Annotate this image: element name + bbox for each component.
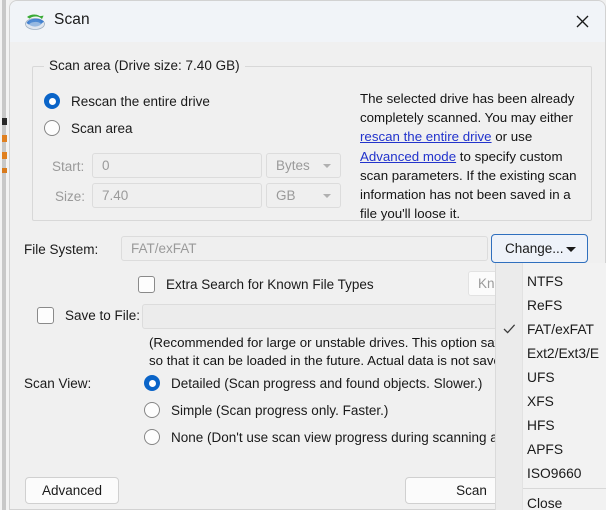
menu-item-apfs[interactable]: APFS: [496, 437, 606, 461]
radio-scan-area[interactable]: Scan area: [44, 120, 133, 136]
background-marker-orange-2: [2, 152, 7, 159]
radio-label: Scan area: [71, 120, 133, 136]
save-to-file-note: (Recommended for large or unstable drive…: [149, 334, 521, 370]
note-line-1: (Recommended for large or unstable drive…: [149, 335, 516, 350]
radio-label: Simple (Scan progress only. Faster.): [171, 402, 389, 418]
save-to-file-checkbox[interactable]: [37, 307, 54, 324]
chevron-down-icon: [323, 193, 331, 198]
menu-item-label: FAT/exFAT: [527, 321, 594, 337]
info-part-2: or use: [491, 129, 533, 145]
menu-item-refs[interactable]: ReFS: [496, 293, 606, 317]
radio-label: Detailed (Scan progress and found object…: [171, 375, 483, 391]
window-title: Scan: [54, 11, 90, 28]
start-unit-combo[interactable]: Bytes: [266, 153, 341, 178]
menu-item-label: ReFS: [527, 297, 563, 313]
radio-indicator: [144, 402, 160, 418]
menu-item-label: Close: [527, 495, 563, 510]
radio-rescan-entire-drive[interactable]: Rescan the entire drive: [44, 93, 210, 109]
rescan-entire-drive-link[interactable]: rescan the entire drive: [360, 129, 492, 144]
title-bar: Scan: [10, 1, 605, 42]
background-window-sliver: [0, 0, 9, 510]
extra-search-checkbox-row[interactable]: Extra Search for Known File Types: [138, 276, 374, 293]
drive-scan-icon: [24, 11, 46, 33]
radio-scan-view-none[interactable]: None (Don't use scan view progress durin…: [144, 429, 519, 445]
menu-item-label: NTFS: [527, 273, 564, 289]
radio-indicator: [44, 93, 60, 109]
advanced-button[interactable]: Advanced: [25, 477, 119, 504]
menu-item-ext234[interactable]: Ext2/Ext3/E: [496, 341, 606, 365]
extra-search-label: Extra Search for Known File Types: [166, 277, 374, 292]
menu-item-close[interactable]: Close: [496, 491, 606, 510]
chevron-down-icon: [566, 246, 576, 252]
size-label: Size:: [55, 189, 86, 204]
size-input[interactable]: 7.40: [92, 183, 262, 208]
check-icon: [503, 323, 516, 335]
scan-info-text: The selected drive has been already comp…: [360, 89, 578, 223]
radio-label: Rescan the entire drive: [71, 93, 210, 109]
background-marker-orange-3: [2, 168, 7, 173]
info-part-1: The selected drive has been already comp…: [360, 91, 575, 126]
menu-item-label: APFS: [527, 441, 564, 457]
start-input[interactable]: 0: [92, 153, 262, 178]
radio-scan-view-simple[interactable]: Simple (Scan progress only. Faster.): [144, 402, 388, 418]
menu-item-ntfs[interactable]: NTFS: [496, 269, 606, 293]
file-system-dropdown-menu: NTFS ReFS FAT/exFAT Ext2/Ext3/E UFS XFS …: [495, 263, 606, 510]
extra-search-checkbox[interactable]: [138, 276, 155, 293]
scan-area-legend: Scan area (Drive size: 7.40 GB): [44, 58, 245, 73]
menu-item-ufs[interactable]: UFS: [496, 365, 606, 389]
menu-item-label: HFS: [527, 417, 555, 433]
menu-separator: [523, 488, 606, 489]
radio-indicator: [144, 429, 160, 445]
radio-indicator: [44, 120, 60, 136]
note-line-2: so that it can be loaded in the future. …: [149, 353, 512, 368]
menu-item-label: XFS: [527, 393, 554, 409]
menu-item-label: Ext2/Ext3/E: [527, 345, 600, 361]
change-button-label: Change...: [505, 241, 564, 256]
radio-label: None (Don't use scan view progress durin…: [171, 429, 519, 445]
file-system-input[interactable]: FAT/exFAT: [121, 236, 488, 261]
save-to-file-label: Save to File:: [65, 308, 141, 323]
radio-scan-view-detailed[interactable]: Detailed (Scan progress and found object…: [144, 375, 482, 391]
advanced-mode-link[interactable]: Advanced mode: [360, 149, 456, 164]
menu-item-label: ISO9660: [527, 465, 582, 481]
start-label: Start:: [52, 159, 85, 174]
menu-item-label: UFS: [527, 369, 555, 385]
start-unit-value: Bytes: [276, 158, 310, 173]
menu-item-fat-exfat[interactable]: FAT/exFAT: [496, 317, 606, 341]
scan-view-label: Scan View:: [24, 376, 92, 391]
screen: Scan Scan area (Drive size: 7.40 GB) Res…: [0, 0, 606, 510]
save-to-file-checkbox-row[interactable]: Save to File:: [37, 307, 140, 324]
size-unit-combo[interactable]: GB: [266, 183, 341, 208]
chevron-down-icon: [323, 163, 331, 168]
change-file-system-button[interactable]: Change...: [491, 234, 588, 263]
background-marker-orange-1: [2, 135, 7, 142]
background-window-edge: [2, 0, 6, 510]
menu-item-xfs[interactable]: XFS: [496, 389, 606, 413]
close-icon[interactable]: [560, 1, 605, 42]
menu-item-iso9660[interactable]: ISO9660: [496, 461, 606, 485]
background-marker-dark: [2, 118, 7, 125]
menu-item-hfs[interactable]: HFS: [496, 413, 606, 437]
file-system-label: File System:: [24, 242, 99, 257]
radio-indicator: [144, 375, 160, 391]
size-unit-value: GB: [276, 188, 296, 203]
